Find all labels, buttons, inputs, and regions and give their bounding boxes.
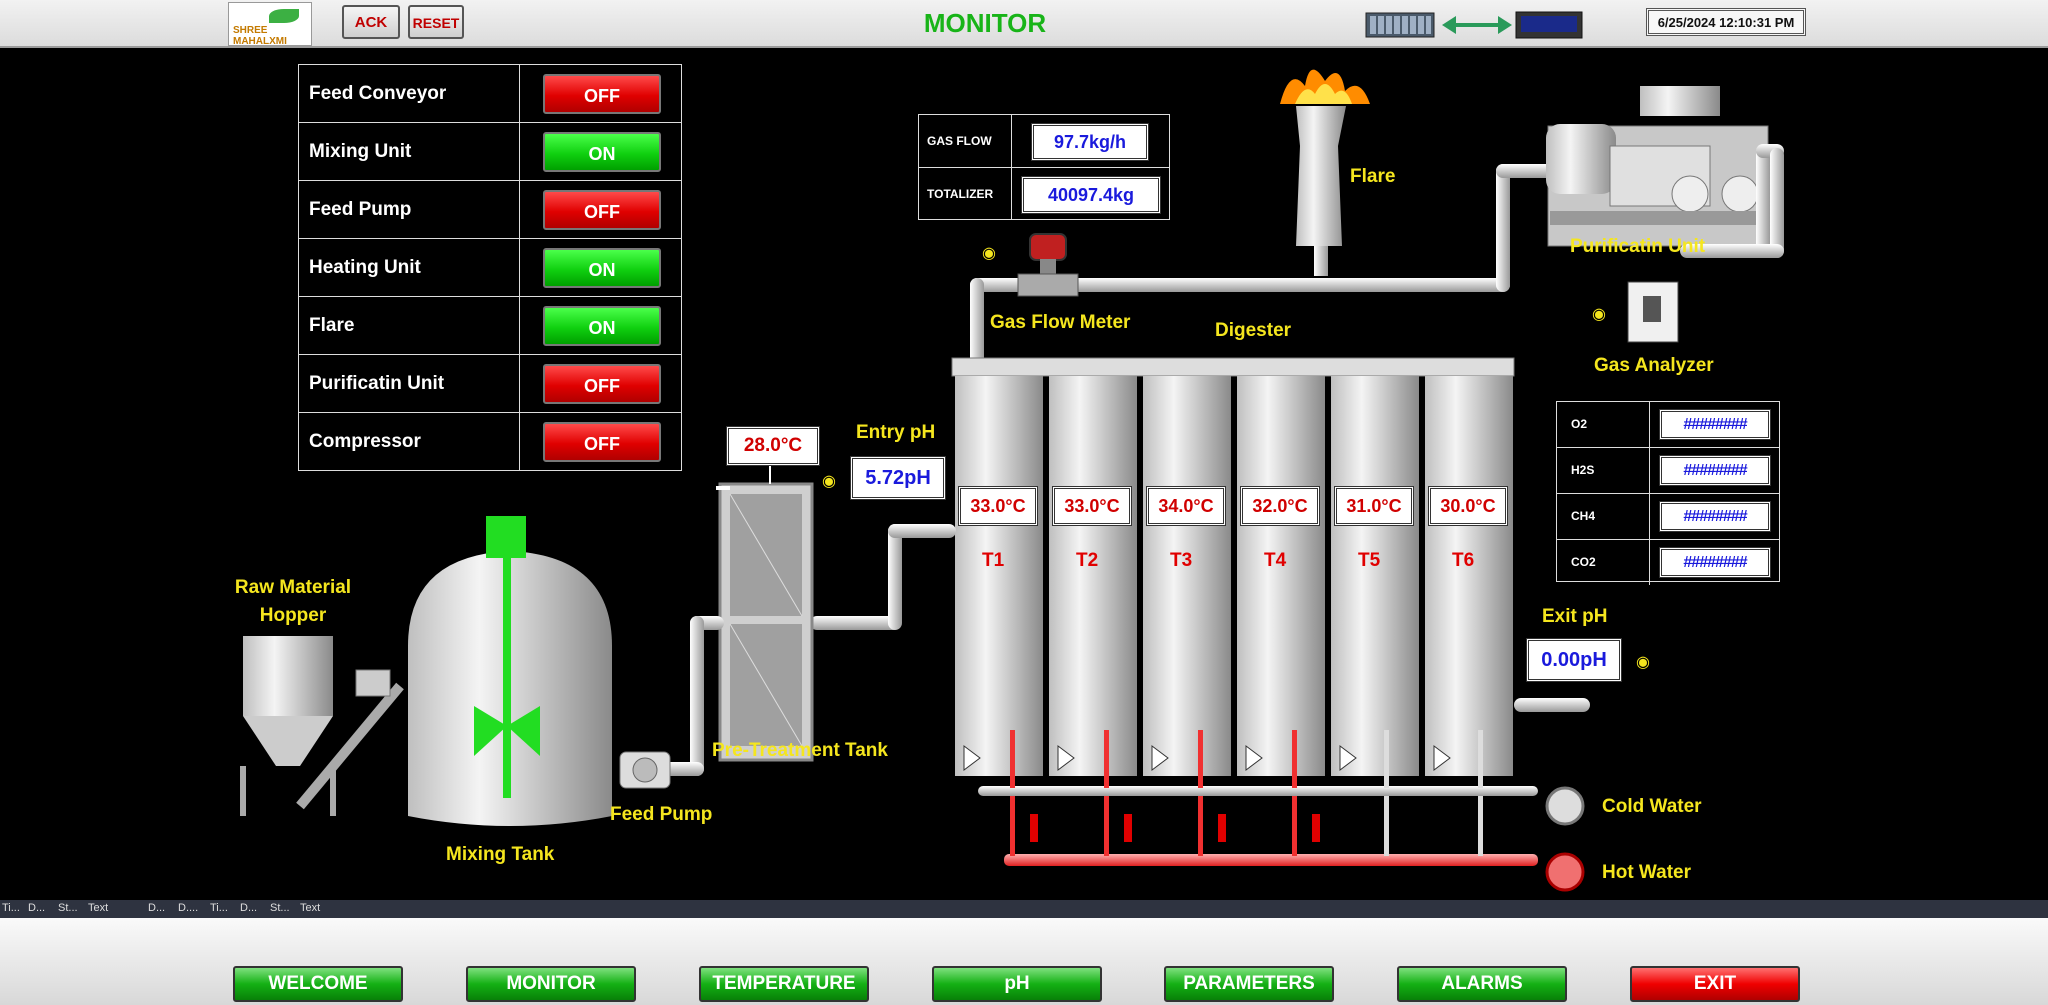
log-column-header[interactable]: Text [300,902,320,914]
digester-tank-readings: 33.0°C T1 33.0°C T2 34.0°C T3 32.0°C T4 31.0°C T5… [952,486,1514,576]
flame-icon [1280,69,1370,104]
log-column-header[interactable]: D... [240,902,257,914]
ack-button[interactable]: ACK [342,5,400,39]
digester-label: Digester [1215,320,1292,341]
raw-material-hopper-label: Raw Material Hopper [234,577,352,626]
mixing-tank-label: Mixing Tank [446,844,555,865]
analyzer-value: ######## [1659,409,1771,440]
nav-button-alarms[interactable]: ALARMS [1397,966,1567,1002]
tank-name-label: T1 [982,550,1005,571]
analyzer-row: CO2 ######## [1557,540,1779,585]
eye-icon[interactable]: ◉ [982,243,996,263]
company-logo: SHREE MAHALXMI [228,2,312,47]
analyzer-row: O2 ######## [1557,402,1779,448]
gas-flow-table: GAS FLOW 97.7kg/h TOTALIZER 40097.4kg [918,114,1170,220]
log-column-header[interactable]: D... [148,902,165,914]
tank-name-label: T4 [1264,550,1287,571]
gas-flow-row: GAS FLOW 97.7kg/h [919,115,1169,168]
tank-temp-display: 34.0°C [1146,486,1226,526]
gas-analyzer-label: Gas Analyzer [1594,355,1714,376]
analyzer-value: ######## [1659,547,1771,578]
pre-treatment-tank-label: Pre-Treatment Tank [712,740,888,761]
nav-button-temperature[interactable]: TEMPERATURE [699,966,869,1002]
gas-flow-label: GAS FLOW [927,134,992,148]
analyzer-gas-label: CH4 [1571,509,1596,523]
gas-analyzer-table: O2 ######## H2S ######## CH4 ######## CO2 #####… [1556,401,1780,585]
tank-temp-display: 33.0°C [958,486,1038,526]
log-column-header[interactable]: D.... [178,902,198,914]
nav-button-monitor[interactable]: MONITOR [466,966,636,1002]
eye-icon[interactable]: ◉ [822,471,836,491]
nav-button-exit[interactable]: EXIT [1630,966,1800,1002]
tank-temp-display: 30.0°C [1428,486,1508,526]
log-column-header[interactable]: St... [270,902,290,914]
reset-button[interactable]: RESET [408,5,464,39]
tank-name-label: T6 [1452,550,1475,571]
log-column-header[interactable]: Text [88,902,108,914]
totalizer-value: 40097.4kg [1021,176,1161,214]
alarm-log-header: Ti... D... St... Text D... D.... Ti... D... St..… [0,900,2048,918]
analyzer-gas-label: CO2 [1571,555,1596,569]
analyzer-gas-label: H2S [1571,463,1595,477]
exit-ph-label: Exit pH [1542,606,1608,627]
log-column-header[interactable]: Ti... [2,902,20,914]
eye-icon[interactable]: ◉ [1636,652,1650,672]
tank-temp-display: 33.0°C [1052,486,1132,526]
nav-button-ph[interactable]: pH [932,966,1102,1002]
eye-icon[interactable]: ◉ [1592,304,1606,324]
hot-water-label: Hot Water [1602,862,1692,883]
totalizer-label: TOTALIZER [927,187,994,201]
analyzer-row: CH4 ######## [1557,494,1779,540]
analyzer-value: ######## [1659,501,1771,532]
tank-temp-display: 31.0°C [1334,486,1414,526]
analyzer-gas-label: O2 [1571,417,1588,431]
tank-name-label: T2 [1076,550,1099,571]
tank-temp-display: 32.0°C [1240,486,1320,526]
purification-unit-label: Purificatin Unit [1570,236,1706,257]
exit-ph-display: 0.00pH [1526,638,1622,682]
pretreat-temp-display: 28.0°C [726,426,820,466]
entry-ph-label: Entry pH [856,422,936,443]
tank-name-label: T3 [1170,550,1193,571]
log-column-header[interactable]: St... [58,902,78,914]
analyzer-row: H2S ######## [1557,448,1779,494]
gas-flow-meter-label: Gas Flow Meter [990,312,1131,333]
totalizer-row: TOTALIZER 40097.4kg [919,168,1169,220]
logo-text: SHREE MAHALXMI [233,25,287,47]
nav-button-welcome[interactable]: WELCOME [233,966,403,1002]
flare-label: Flare [1350,166,1396,187]
plc-link-icon [1365,11,1583,39]
nav-button-parameters[interactable]: PARAMETERS [1164,966,1334,1002]
gas-flow-value: 97.7kg/h [1031,123,1149,161]
leaf-icon [269,9,299,23]
log-column-header[interactable]: D... [28,902,45,914]
analyzer-value: ######## [1659,455,1771,486]
tank-name-label: T5 [1358,550,1381,571]
date-time-display: 6/25/2024 12:10:31 PM [1646,8,1806,36]
log-column-header[interactable]: Ti... [210,902,228,914]
cold-water-label: Cold Water [1602,796,1702,817]
entry-ph-display: 5.72pH [850,456,946,500]
page-title: MONITOR [923,8,1047,38]
feed-pump-label: Feed Pump [610,804,713,825]
